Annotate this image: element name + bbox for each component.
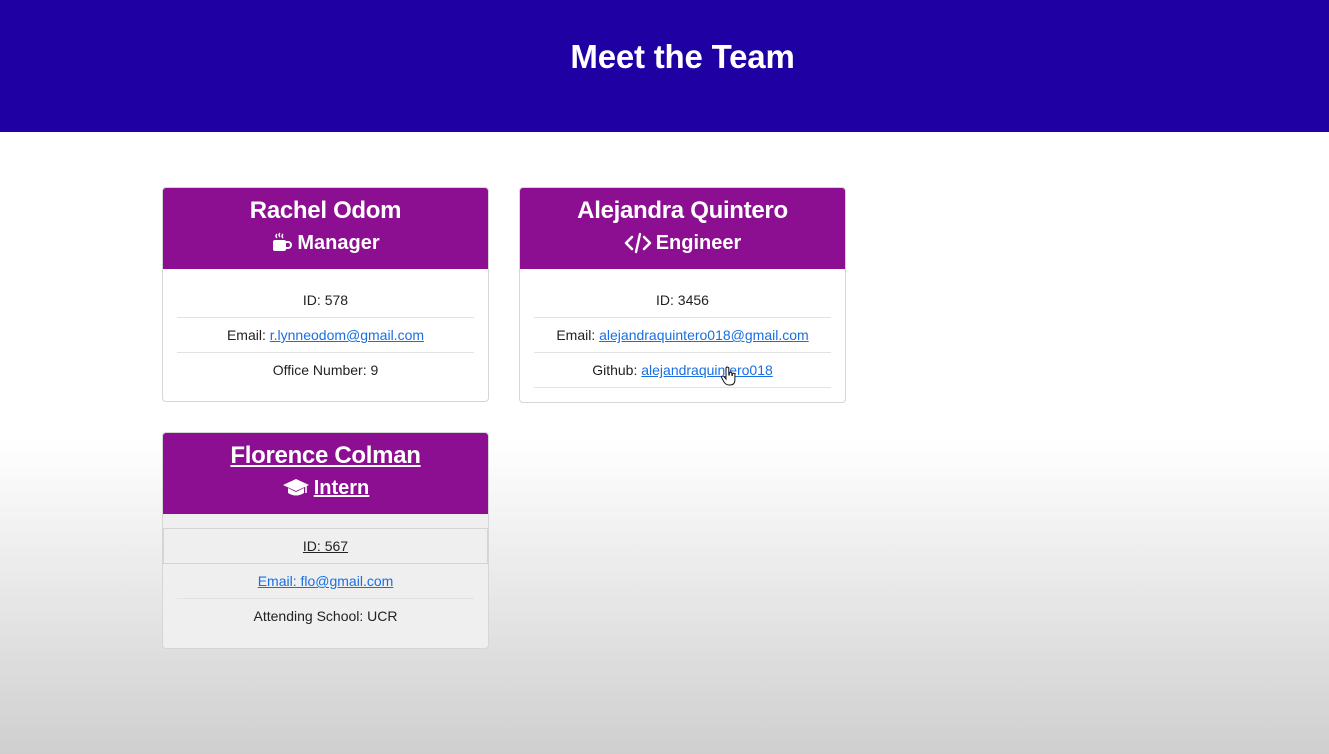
employee-role: Intern (163, 476, 488, 500)
employee-role: Manager (163, 231, 488, 255)
employee-email-row: Email: r.lynneodom@gmail.com (177, 318, 474, 353)
role-label: Intern (313, 477, 370, 499)
employee-id: ID: 567 (163, 528, 488, 564)
coffee-mug-icon (271, 232, 293, 254)
github-row: Github: alejandraquintero018 (534, 353, 831, 388)
graduation-cap-icon (282, 477, 310, 499)
employee-role: Engineer (520, 231, 845, 255)
email-label: Email: (226, 327, 270, 343)
email-link[interactable]: alejandraquintero018@gmail.com (599, 327, 809, 343)
hand-pointer-icon (721, 366, 737, 392)
github-link[interactable]: alejandraquintero018 (641, 362, 773, 378)
code-icon (624, 232, 652, 254)
employee-id: ID: 578 (177, 283, 474, 318)
team-card-intern: Florence Colman Intern ID: 567 Email: fl… (162, 432, 489, 649)
email-link[interactable]: r.lynneodom@gmail.com (270, 327, 424, 343)
card-body: ID: 578 Email: r.lynneodom@gmail.com Off… (163, 269, 488, 400)
team-card-manager: Rachel Odom Manager ID: 578 Email: r.lyn… (162, 187, 489, 402)
employee-email-row: Email: flo@gmail.com (177, 564, 474, 599)
employee-name: Alejandra Quintero (577, 197, 788, 224)
office-number: Office Number: 9 (272, 362, 379, 378)
card-header: Rachel Odom Manager (163, 188, 488, 269)
employee-name: Rachel Odom (249, 197, 402, 224)
github-label: Github: (592, 362, 642, 378)
employee-email-row: Email: alejandraquintero018@gmail.com (534, 318, 831, 353)
card-header: Florence Colman Intern (163, 433, 488, 514)
employee-id: ID: 3456 (534, 283, 831, 318)
page-title: Meet the Team (570, 38, 795, 75)
school-row: Attending School: UCR (253, 608, 398, 624)
role-label: Manager (297, 232, 380, 254)
role-label: Engineer (655, 232, 742, 254)
email-label: Email: (556, 327, 600, 343)
card-body: ID: 3456 Email: alejandraquintero018@gma… (520, 269, 845, 400)
card-body: ID: 567 Email: flo@gmail.com Attending S… (163, 514, 488, 646)
team-card-engineer: Alejandra Quintero Engineer ID: 3456 Ema… (519, 187, 846, 403)
employee-name: Florence Colman (230, 442, 421, 469)
email-link[interactable]: Email: flo@gmail.com (258, 573, 394, 589)
card-header: Alejandra Quintero Engineer (520, 188, 845, 269)
page-header: Meet the Team (0, 0, 1329, 132)
